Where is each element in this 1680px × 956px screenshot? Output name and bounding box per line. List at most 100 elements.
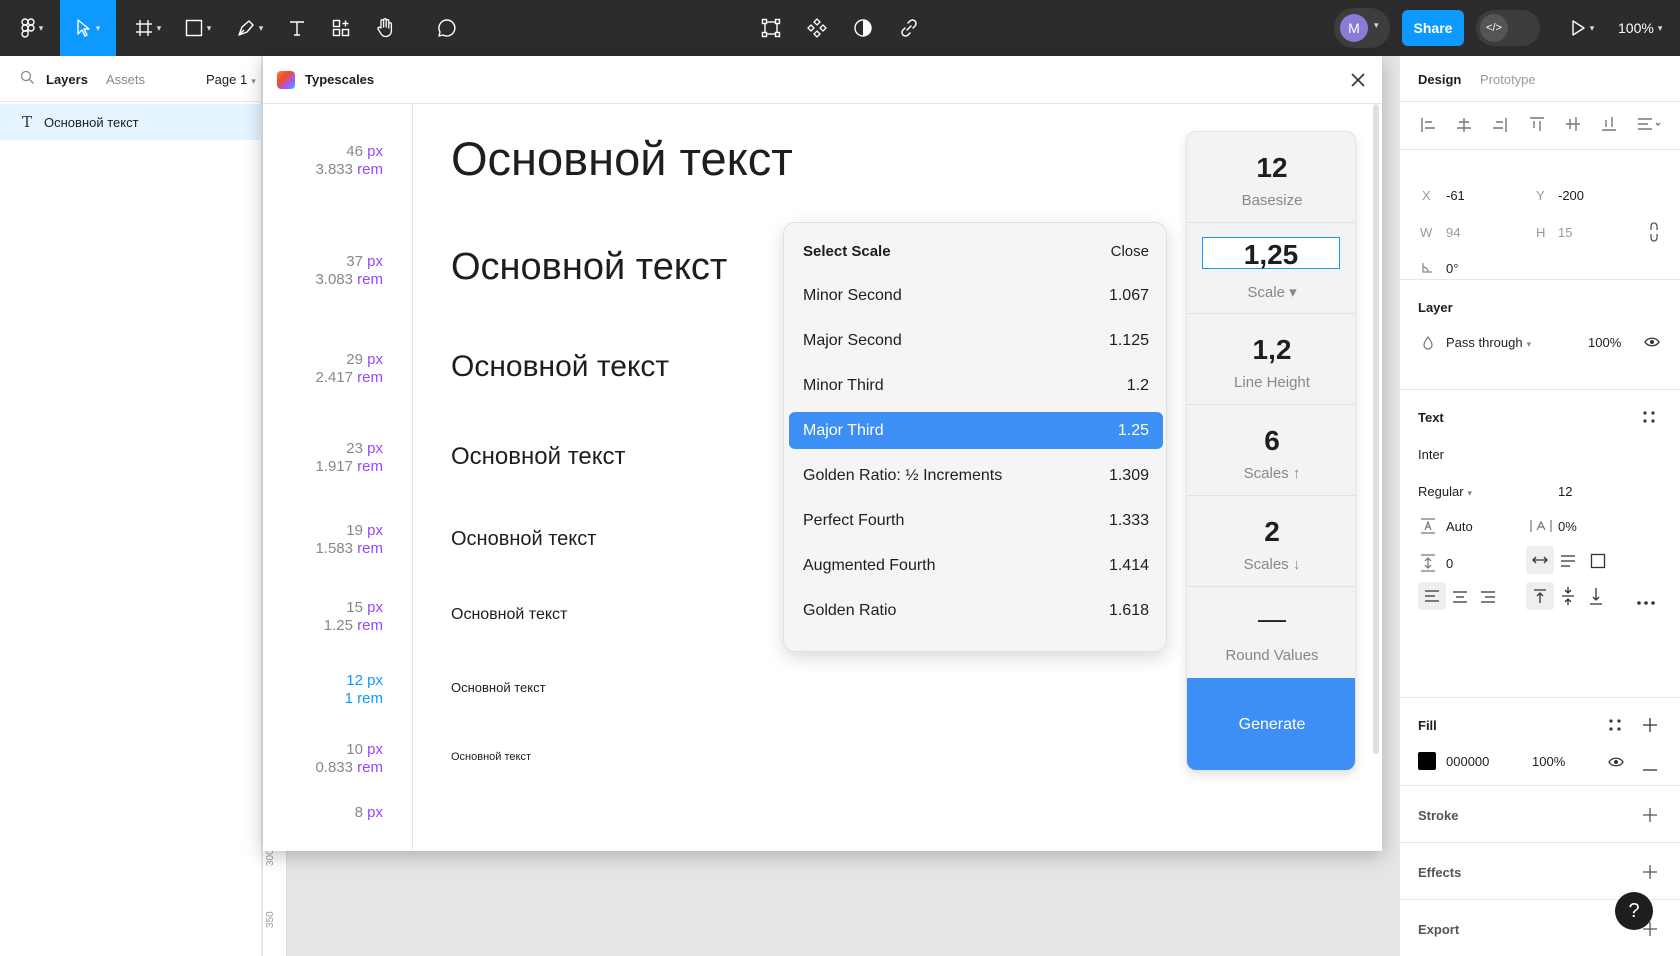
text-align-center-icon[interactable] bbox=[1452, 590, 1468, 607]
scale-option[interactable]: Golden Ratio 1.618 bbox=[789, 592, 1163, 629]
basesize-control[interactable]: 12 Basesize bbox=[1187, 132, 1355, 223]
scale-option[interactable]: Minor Second 1.067 bbox=[789, 277, 1163, 314]
generate-button[interactable]: Generate bbox=[1187, 678, 1355, 770]
x-input[interactable]: -61 bbox=[1446, 188, 1465, 203]
round-values-control[interactable]: — Round Values bbox=[1187, 587, 1355, 678]
create-component-button[interactable] bbox=[756, 0, 786, 56]
scale-option[interactable]: Augmented Fourth 1.414 bbox=[789, 547, 1163, 584]
line-height-value: 1,2 bbox=[1252, 334, 1292, 365]
letter-spacing-input[interactable]: 0% bbox=[1558, 519, 1577, 534]
move-tool-button[interactable]: ▾ bbox=[60, 0, 116, 56]
fill-opacity-input[interactable]: 100% bbox=[1532, 754, 1565, 769]
round-values-value: — bbox=[1258, 603, 1286, 634]
scales-down-label: Scales ↓ bbox=[1243, 556, 1301, 573]
rotation-input[interactable]: 0° bbox=[1446, 261, 1458, 276]
dropdown-close-button[interactable]: Close bbox=[1111, 243, 1149, 260]
tab-assets[interactable]: Assets bbox=[106, 72, 145, 87]
more-options-icon[interactable] bbox=[1636, 594, 1656, 609]
fill-color-swatch[interactable] bbox=[1418, 752, 1436, 770]
scale-input[interactable]: 1,25 bbox=[1202, 237, 1340, 270]
dev-mode-toggle[interactable]: </> bbox=[1476, 10, 1540, 46]
share-button[interactable]: Share bbox=[1402, 10, 1464, 46]
shape-tool-button[interactable]: ▾ bbox=[178, 0, 218, 56]
help-button[interactable]: ? bbox=[1615, 892, 1653, 930]
align-right-icon[interactable] bbox=[1492, 116, 1508, 137]
add-effect-icon[interactable] bbox=[1642, 864, 1658, 883]
scale-label[interactable]: Scale ▾ bbox=[1187, 283, 1355, 301]
main-menu-button[interactable]: ▾ bbox=[12, 0, 52, 56]
text-align-left-icon[interactable] bbox=[1418, 582, 1446, 610]
auto-width-icon[interactable] bbox=[1526, 546, 1554, 574]
fill-hex-input[interactable]: 000000 bbox=[1446, 754, 1489, 769]
vertical-align-bottom-icon[interactable] bbox=[1588, 586, 1604, 609]
y-input[interactable]: -200 bbox=[1558, 188, 1584, 203]
line-height-input[interactable]: Auto bbox=[1446, 519, 1473, 534]
page-selector[interactable]: Page 1 ▾ bbox=[206, 72, 256, 87]
rectangle-icon bbox=[185, 19, 203, 37]
constrain-proportions-icon[interactable] bbox=[1648, 222, 1660, 245]
hand-icon bbox=[376, 18, 394, 38]
pen-tool-button[interactable]: ▾ bbox=[230, 0, 270, 56]
tab-design[interactable]: Design bbox=[1418, 72, 1461, 87]
close-icon[interactable] bbox=[1346, 68, 1370, 92]
fill-visibility-eye-icon[interactable] bbox=[1608, 756, 1624, 771]
add-stroke-icon[interactable] bbox=[1642, 807, 1658, 826]
component-button[interactable] bbox=[802, 0, 832, 56]
scale-option[interactable]: Perfect Fourth 1.333 bbox=[789, 502, 1163, 539]
line-height-icon bbox=[1420, 518, 1436, 537]
scale-dropdown: Select Scale Close Minor Second 1.067 Maj… bbox=[783, 222, 1167, 652]
mask-button[interactable] bbox=[848, 0, 878, 56]
align-left-icon[interactable] bbox=[1420, 116, 1436, 137]
align-bottom-icon[interactable] bbox=[1600, 116, 1618, 135]
hand-tool-button[interactable] bbox=[370, 0, 400, 56]
chevron-down-icon[interactable]: ▾ bbox=[1374, 20, 1379, 31]
eye-icon[interactable] bbox=[1644, 336, 1660, 351]
scales-down-control[interactable]: 2 Scales ↓ bbox=[1187, 496, 1355, 587]
fill-styles-grid-icon[interactable] bbox=[1608, 718, 1622, 735]
text-align-right-icon[interactable] bbox=[1480, 590, 1496, 607]
search-icon[interactable] bbox=[20, 70, 35, 88]
plugin-scrollbar[interactable] bbox=[1373, 104, 1379, 754]
remove-fill-icon[interactable] bbox=[1642, 760, 1658, 775]
link-button[interactable] bbox=[894, 0, 924, 56]
comment-tool-button[interactable] bbox=[432, 0, 462, 56]
scale-option-selected[interactable]: Major Third 1.25 bbox=[789, 412, 1163, 449]
line-height-control[interactable]: 1,2 Line Height bbox=[1187, 314, 1355, 405]
add-fill-icon[interactable] bbox=[1642, 717, 1658, 736]
scale-option[interactable]: Golden Ratio: ½ Increments 1.309 bbox=[789, 457, 1163, 494]
frame-tool-button[interactable]: ▾ bbox=[128, 0, 168, 56]
vertical-align-top-icon[interactable] bbox=[1526, 582, 1554, 610]
align-vertical-center-icon[interactable] bbox=[1564, 116, 1582, 135]
alignment-section bbox=[1400, 102, 1680, 150]
user-avatar[interactable]: M bbox=[1340, 14, 1368, 42]
fixed-size-icon[interactable] bbox=[1590, 553, 1606, 572]
scale-control[interactable]: 1,25 Scale ▾ bbox=[1187, 223, 1355, 314]
tab-prototype[interactable]: Prototype bbox=[1480, 72, 1536, 87]
present-button[interactable]: ▾ bbox=[1562, 0, 1602, 56]
font-weight-select[interactable]: Regular ▾ bbox=[1418, 484, 1472, 499]
blend-mode-select[interactable]: Pass through ▾ bbox=[1446, 335, 1531, 350]
auto-height-icon[interactable] bbox=[1560, 554, 1576, 571]
ruler-label: 300 bbox=[265, 849, 276, 866]
round-values-label: Round Values bbox=[1225, 647, 1319, 664]
h-input[interactable]: 15 bbox=[1558, 225, 1572, 240]
align-horizontal-center-icon[interactable] bbox=[1456, 116, 1472, 137]
align-top-icon[interactable] bbox=[1528, 116, 1546, 135]
zoom-menu[interactable]: 100% ▾ bbox=[1618, 0, 1662, 56]
text-styles-grid-icon[interactable] bbox=[1642, 410, 1656, 427]
w-input[interactable]: 94 bbox=[1446, 225, 1460, 240]
scale-option[interactable]: Major Second 1.125 bbox=[789, 322, 1163, 359]
layer-opacity-input[interactable]: 100% bbox=[1588, 335, 1621, 350]
tab-layers[interactable]: Layers bbox=[46, 72, 88, 87]
vertical-align-middle-icon[interactable] bbox=[1560, 586, 1576, 609]
scale-controls: 12 Basesize 1,25 Scale ▾ 1,2 Line Height… bbox=[1186, 131, 1356, 771]
layer-row[interactable]: T Основной текст bbox=[0, 104, 262, 140]
resources-button[interactable] bbox=[326, 0, 356, 56]
font-size-input[interactable]: 12 bbox=[1558, 484, 1572, 499]
distribute-icon[interactable] bbox=[1636, 116, 1662, 135]
paragraph-spacing-input[interactable]: 0 bbox=[1446, 556, 1453, 571]
scale-option[interactable]: Minor Third 1.2 bbox=[789, 367, 1163, 404]
scales-up-control[interactable]: 6 Scales ↑ bbox=[1187, 405, 1355, 496]
font-family-select[interactable]: Inter bbox=[1418, 447, 1444, 462]
text-tool-button[interactable] bbox=[282, 0, 312, 56]
